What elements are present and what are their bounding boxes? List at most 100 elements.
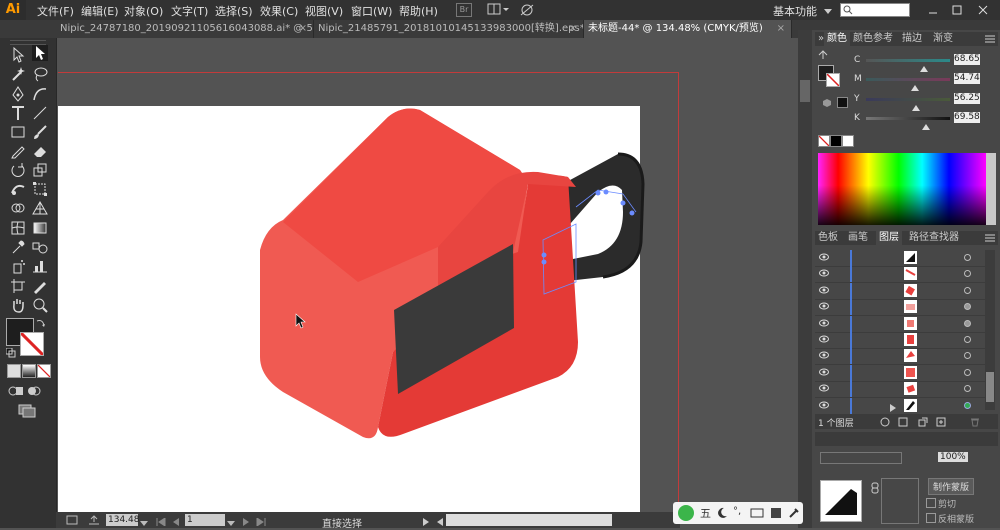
layer-row[interactable] [815,364,995,382]
magenta-value[interactable]: 54.74 [954,73,980,84]
column-graph-icon[interactable] [32,258,48,274]
scroll-left-icon[interactable] [436,516,444,529]
minimize-button[interactable] [926,3,940,17]
eye-icon[interactable] [819,286,829,294]
target-icon[interactable] [964,336,971,343]
tab-document-1[interactable]: Nipic_24787180_20190921105616043088.ai* … [56,20,314,38]
none-swatch[interactable] [818,135,830,147]
opacity-field[interactable]: 100% [938,452,968,462]
chain-link-icon[interactable] [870,482,880,497]
maximize-button[interactable] [950,3,964,17]
make-mask-button[interactable]: 制作蒙版 [928,478,975,495]
tab-color[interactable]: 颜色 [824,32,850,46]
blend-mode-select[interactable] [820,452,902,464]
eye-icon[interactable] [819,335,829,343]
type-tool-icon[interactable] [10,105,26,121]
eye-icon[interactable] [819,269,829,277]
target-icon[interactable] [964,368,971,376]
pencil-icon[interactable] [10,143,26,159]
paintbrush-icon[interactable] [32,124,48,140]
layers-scrollbar-thumb[interactable] [986,372,994,402]
menu-effect[interactable]: 效果(C) [260,3,298,19]
curvature-tool-icon[interactable] [32,86,48,102]
eye-icon[interactable] [819,302,829,310]
draw-behind-icon[interactable] [26,384,42,400]
tab-color-guide[interactable]: 颜色参考 [853,32,893,46]
artboard-tool-icon[interactable] [10,278,26,294]
layer-row[interactable] [815,348,995,366]
menu-view[interactable]: 视图(V) [305,3,343,19]
menu-help[interactable]: 帮助(H) [399,3,438,19]
layer-row[interactable] [815,315,995,333]
eye-icon[interactable] [819,368,829,376]
panel-menu-icon[interactable] [985,233,995,246]
line-segment-icon[interactable] [32,105,48,121]
gradient-tool-icon[interactable] [32,220,48,236]
expand-arrow-icon[interactable] [890,402,896,415]
rectangle-tool-icon[interactable] [10,124,26,140]
swap-colors-icon[interactable] [818,50,828,63]
cyan-slider-handle[interactable] [920,62,928,75]
black-swatch[interactable] [830,135,842,147]
artboard-number-field[interactable]: 1 [185,514,225,526]
shape-builder-icon[interactable] [10,200,26,216]
status-menu-arrow-icon[interactable] [422,516,430,529]
eye-icon[interactable] [819,319,829,327]
tab-swatches[interactable]: 色板 [818,231,838,245]
pen-tool-icon[interactable] [10,86,26,102]
export-icon[interactable] [88,515,100,528]
magenta-slider-handle[interactable] [911,81,919,94]
free-transform-icon[interactable] [32,181,48,197]
tab-pathfinder[interactable]: 路径查找器 [909,231,959,245]
zoom-field[interactable]: 134.48 [106,514,140,526]
vertical-scrollbar[interactable] [798,30,812,528]
clip-checkbox[interactable] [926,498,936,508]
rotate-tool-icon[interactable] [10,162,26,178]
layer-row[interactable] [815,397,995,415]
target-icon[interactable] [964,254,971,261]
menu-object[interactable]: 对象(O) [124,3,163,19]
layer-row[interactable] [815,250,995,267]
locate-object-icon[interactable] [880,417,890,430]
tab-layers[interactable]: 图层 [876,231,902,245]
zoom-tool-icon[interactable] [32,297,48,313]
tab-document-2[interactable]: Nipic_21485791_20181010145133983000[转换].… [314,20,584,38]
warp-tool-icon[interactable] [10,181,26,197]
target-icon[interactable] [964,319,971,327]
fill-color-mode-icon[interactable] [7,364,21,378]
direct-selection-tool-icon[interactable] [32,45,48,61]
symbol-sprayer-icon[interactable] [10,258,26,274]
color-spectrum[interactable] [818,153,986,225]
gamut-swatch[interactable] [837,97,848,108]
yellow-slider-handle[interactable] [912,101,920,114]
menu-type[interactable]: 文字(T) [171,3,208,19]
ime-mode-icon[interactable]: 五 [700,505,711,521]
bridge-button[interactable]: Br [456,3,472,17]
close-window-button[interactable] [976,3,990,17]
perspective-grid-icon[interactable] [32,200,48,216]
target-icon[interactable] [964,270,971,278]
menu-select[interactable]: 选择(S) [215,3,253,19]
menu-edit[interactable]: 编辑(E) [81,3,119,19]
invert-mask-checkbox[interactable] [926,513,936,523]
panel-stroke-swatch[interactable] [826,73,840,87]
black-slider-track[interactable] [866,117,950,120]
layer-row[interactable] [815,381,995,399]
magic-wand-icon[interactable] [10,66,26,82]
slice-tool-icon[interactable] [32,278,48,294]
screen-mode-icon[interactable] [18,404,36,420]
layer-row[interactable] [815,266,995,284]
black-value[interactable]: 69.58 [954,112,980,123]
last-artboard-icon[interactable] [256,516,266,529]
close-icon[interactable]: × [299,20,307,38]
new-sublayer-icon[interactable] [918,417,928,430]
target-icon[interactable] [964,286,971,294]
magenta-slider-track[interactable] [866,78,950,81]
yellow-value[interactable]: 56.25 [954,93,980,104]
make-clip-mask-icon[interactable] [898,417,908,430]
target-icon[interactable] [964,352,971,360]
hand-tool-icon[interactable] [10,297,26,313]
eye-icon[interactable] [819,384,829,392]
stroke-color-swatch[interactable] [20,332,44,356]
chevron-down-icon[interactable] [824,5,832,18]
